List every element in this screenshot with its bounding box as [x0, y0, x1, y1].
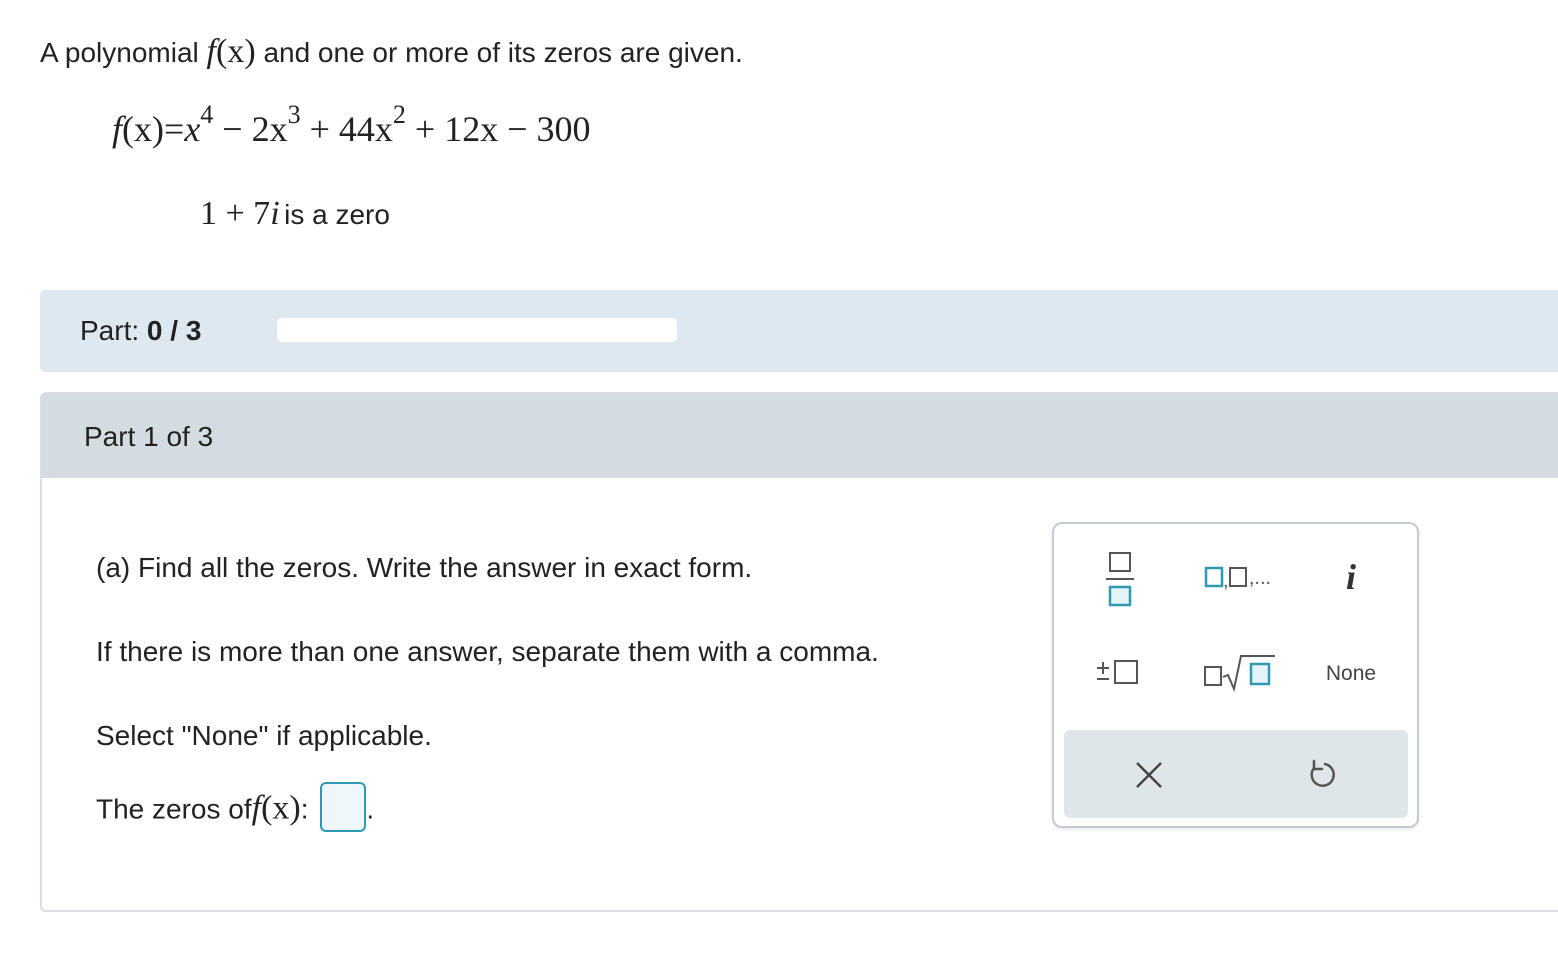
answer-colon: :	[300, 793, 309, 825]
part-progress-bar: Part: 0 / 3	[40, 290, 1558, 372]
svg-text:,: ,	[1223, 570, 1229, 592]
clear-button[interactable]	[1124, 750, 1174, 800]
zero-imaginary: i	[270, 195, 280, 232]
fraction-button[interactable]	[1094, 548, 1146, 610]
progress-track	[277, 318, 677, 342]
poly-exponent: 2	[392, 100, 406, 129]
list-suffix: ,...	[1248, 566, 1272, 589]
part-progress-label: Part: 0 / 3	[80, 315, 201, 347]
imaginary-label: i	[1345, 557, 1356, 597]
answer-arg: (x)	[261, 789, 301, 827]
poly-term: + 44x	[309, 109, 393, 149]
nth-root-icon	[1204, 655, 1275, 693]
fraction-icon	[1106, 552, 1134, 607]
poly-term: + 12x − 300	[414, 109, 591, 149]
list-button[interactable]: , ,...	[1192, 554, 1282, 602]
math-palette: , ,... i None	[1052, 522, 1419, 828]
x-icon	[1136, 762, 1162, 788]
none-label: None	[1325, 662, 1377, 685]
intro-text-after: and one or more of its zeros are given.	[263, 37, 743, 68]
instruction-b: If there is more than one answer, separa…	[96, 636, 879, 667]
poly-exponent: 3	[287, 100, 301, 129]
plus-minus-icon	[1097, 660, 1138, 684]
answer-func: f	[251, 789, 262, 827]
answer-prompt: The zeros of	[96, 793, 252, 825]
part-header: Part 1 of 3	[42, 394, 1558, 478]
poly-exponent: 4	[200, 100, 214, 129]
poly-term: − 2x	[222, 109, 288, 149]
plus-minus-button[interactable]	[1088, 650, 1148, 696]
answer-line: The zeros off(x): .	[96, 782, 375, 836]
part-title: Part 1 of 3	[84, 421, 214, 452]
instruction-c: Select "None" if applicable.	[96, 720, 432, 751]
poly-arg: (x)	[122, 109, 164, 149]
imaginary-i-button[interactable]: i	[1326, 552, 1376, 602]
poly-term: x	[184, 109, 201, 149]
intro-text: A polynomial	[40, 37, 199, 68]
poly-func: f	[112, 109, 123, 149]
answer-input[interactable]	[320, 782, 367, 832]
intro-func: f	[206, 33, 216, 70]
nth-root-button[interactable]	[1194, 648, 1280, 698]
zero-value: 1 + 7	[200, 195, 271, 232]
zero-label: is a zero	[284, 199, 390, 230]
given-zero: 1 + 7i is a zero	[200, 195, 390, 233]
progress-label-text: Part:	[80, 315, 140, 346]
poly-equals: =	[164, 109, 185, 149]
palette-actions	[1064, 730, 1408, 818]
none-button[interactable]: None	[1316, 652, 1386, 696]
polynomial-expression: f(x)=x4 − 2x3 + 44x2 + 12x − 300	[112, 102, 591, 150]
instruction-a: (a) Find all the zeros. Write the answer…	[96, 552, 753, 583]
problem-intro: A polynomial f(x) and one or more of its…	[40, 33, 743, 71]
answer-period: .	[366, 793, 375, 825]
undo-button[interactable]	[1296, 750, 1346, 800]
undo-icon	[1310, 759, 1335, 787]
intro-arg: (x)	[216, 33, 256, 70]
progress-value: 0 / 3	[146, 315, 202, 346]
